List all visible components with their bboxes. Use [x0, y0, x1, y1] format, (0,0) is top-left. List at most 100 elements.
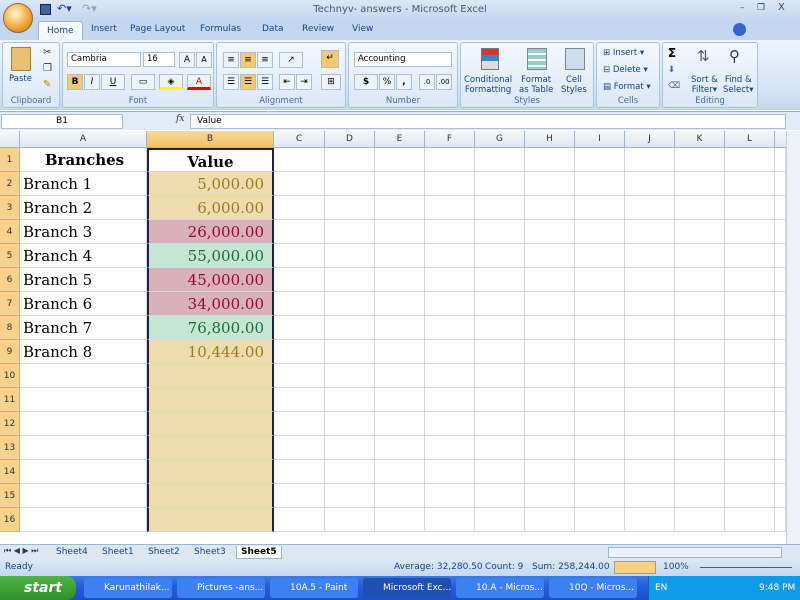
start-button[interactable]: start	[0, 576, 76, 600]
fill-color-icon[interactable]: ◈	[159, 74, 183, 90]
cell[interactable]	[475, 292, 525, 316]
cell[interactable]	[675, 220, 725, 244]
clear-icon[interactable]: ⌫	[668, 81, 680, 91]
cell[interactable]	[725, 484, 775, 508]
cell[interactable]	[575, 412, 625, 436]
insert-cells-button[interactable]: ⊞ Insert ▾	[603, 48, 644, 58]
cell[interactable]	[20, 412, 147, 436]
cell[interactable]	[475, 412, 525, 436]
cell[interactable]	[425, 460, 475, 484]
restore-button[interactable]: ❐	[757, 3, 765, 13]
font-color-icon[interactable]: A	[187, 74, 211, 90]
cell[interactable]	[425, 244, 475, 268]
cell[interactable]	[675, 340, 725, 364]
cell[interactable]	[625, 220, 675, 244]
cell[interactable]	[20, 460, 147, 484]
cell[interactable]	[425, 316, 475, 340]
merge-center-icon[interactable]: ⊞	[321, 74, 341, 90]
cell[interactable]	[375, 172, 425, 196]
sheet-tab-sheet3[interactable]: Sheet3	[190, 546, 230, 559]
increase-decimal-icon[interactable]: .0	[419, 74, 435, 90]
cell[interactable]	[425, 148, 475, 172]
cell[interactable]	[274, 316, 325, 340]
cell[interactable]	[725, 460, 775, 484]
row-header-8[interactable]: 8	[0, 316, 20, 340]
header-cell-branches[interactable]: Branches	[20, 148, 147, 172]
horizontal-scrollbar[interactable]	[608, 547, 782, 558]
binoculars-icon[interactable]: ⚲	[729, 47, 740, 65]
column-header-L[interactable]: L	[725, 131, 775, 148]
taskbar-item[interactable]: 10A.5 - Paint	[270, 578, 358, 598]
header-cell-value[interactable]: Value	[147, 148, 274, 172]
cell[interactable]	[325, 172, 375, 196]
cell[interactable]	[775, 268, 786, 292]
cell-branch[interactable]: Branch 2	[20, 196, 147, 220]
cell[interactable]	[575, 364, 625, 388]
row-header-13[interactable]: 13	[0, 436, 20, 460]
cell[interactable]	[475, 364, 525, 388]
cell[interactable]	[575, 436, 625, 460]
cell[interactable]	[575, 148, 625, 172]
cell[interactable]	[775, 220, 786, 244]
cell[interactable]	[475, 148, 525, 172]
sheet-nav-icons[interactable]: ⏮ ◀ ▶ ⏭	[4, 546, 38, 556]
row-header-5[interactable]: 5	[0, 244, 20, 268]
font-size-select[interactable]: 16	[143, 52, 175, 67]
cell[interactable]	[775, 244, 786, 268]
taskbar-item[interactable]: 10.A - Micros...	[456, 578, 544, 598]
cell[interactable]	[475, 340, 525, 364]
name-box[interactable]: B1	[1, 114, 123, 129]
cell[interactable]	[725, 148, 775, 172]
language-indicator[interactable]: EN	[655, 576, 667, 600]
number-format-select[interactable]: Accounting	[354, 52, 452, 67]
cell[interactable]	[775, 340, 786, 364]
cell[interactable]	[625, 412, 675, 436]
cell[interactable]	[375, 508, 425, 532]
cell[interactable]	[525, 364, 575, 388]
column-header-G[interactable]: G	[475, 131, 525, 148]
cell[interactable]	[274, 460, 325, 484]
cell[interactable]	[475, 244, 525, 268]
cell[interactable]	[274, 220, 325, 244]
cell[interactable]	[325, 340, 375, 364]
formula-input[interactable]: Value	[190, 114, 786, 129]
cell[interactable]	[425, 292, 475, 316]
tab-home[interactable]: Home	[38, 21, 83, 41]
format-as-table-button[interactable]: Format as Table	[519, 75, 553, 95]
cell-value[interactable]: 26,000.00	[147, 220, 274, 244]
cell[interactable]	[625, 508, 675, 532]
cell-branch[interactable]: Branch 7	[20, 316, 147, 340]
cell[interactable]	[375, 340, 425, 364]
cell[interactable]	[625, 484, 675, 508]
cell-value[interactable]: 45,000.00	[147, 268, 274, 292]
cell[interactable]	[375, 412, 425, 436]
currency-button[interactable]: $	[354, 74, 378, 90]
cell[interactable]	[475, 220, 525, 244]
conditional-formatting-icon[interactable]	[481, 48, 499, 70]
cell-branch[interactable]: Branch 3	[20, 220, 147, 244]
align-top-icon[interactable]: ≡	[223, 52, 239, 68]
cell[interactable]	[375, 148, 425, 172]
cell[interactable]	[147, 460, 274, 484]
cell-value[interactable]: 6,000.00	[147, 196, 274, 220]
cell[interactable]	[675, 388, 725, 412]
cell[interactable]	[325, 292, 375, 316]
cell[interactable]	[325, 412, 375, 436]
cell[interactable]	[675, 148, 725, 172]
cell[interactable]	[375, 196, 425, 220]
cell[interactable]	[725, 412, 775, 436]
sort-filter-button[interactable]: Sort & Filter▾	[691, 75, 718, 95]
cell[interactable]	[525, 292, 575, 316]
cell[interactable]	[475, 388, 525, 412]
sheet-tab-sheet1[interactable]: Sheet1	[98, 546, 138, 559]
cell[interactable]	[325, 436, 375, 460]
cell[interactable]	[675, 412, 725, 436]
cell[interactable]	[425, 196, 475, 220]
cell[interactable]	[775, 292, 786, 316]
cell[interactable]	[725, 508, 775, 532]
fill-icon[interactable]: ⬇	[668, 65, 675, 75]
cell[interactable]	[675, 268, 725, 292]
sort-filter-icon[interactable]: ⇅	[697, 47, 710, 65]
cell[interactable]	[725, 196, 775, 220]
cell[interactable]	[375, 364, 425, 388]
